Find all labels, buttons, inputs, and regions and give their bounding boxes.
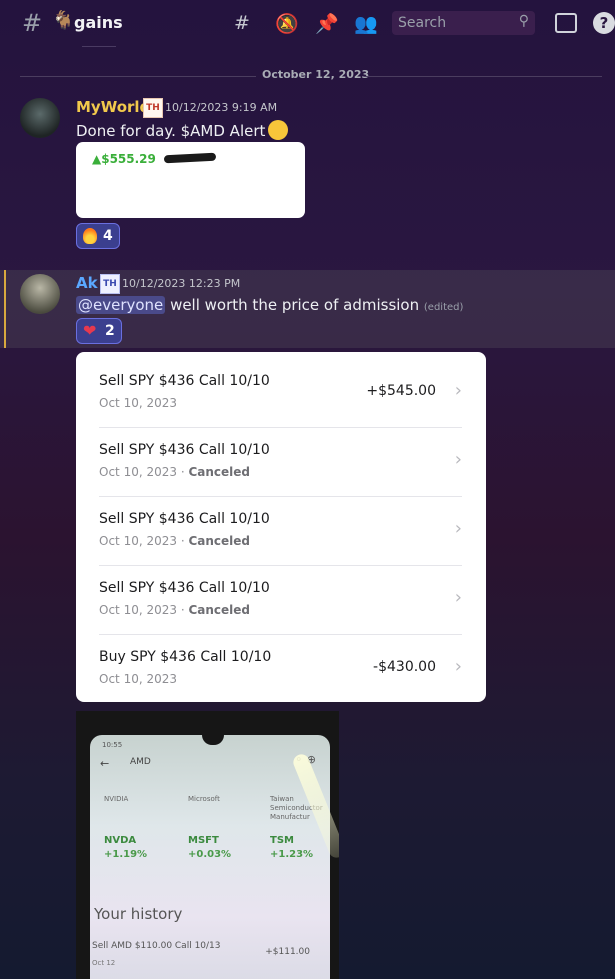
date-divider: October 12, 2023 (262, 68, 370, 81)
message-timestamp: 10/12/2023 9:19 AM (165, 101, 278, 114)
phone-photo[interactable]: 10:55 ← AMD ⚬ ⊕ NVIDIA NVDA +1.19% Micro… (76, 711, 339, 979)
message-timestamp: 10/12/2023 12:23 PM (122, 277, 241, 290)
embed-price: ▲$555.29 (92, 152, 156, 166)
stock-name: Microsoft (188, 795, 220, 803)
transaction-title: Sell SPY $436 Call 10/10 (99, 442, 270, 458)
edited-label: (edited) (423, 302, 464, 313)
transaction-date: Oct 10, 2023 · Canceled (99, 465, 250, 479)
transaction-row: Sell SPY $436 Call 10/10 Oct 10, 2023 · … (99, 559, 462, 628)
history-title: Your history (94, 905, 183, 923)
reaction-heart[interactable]: ❤ 2 (76, 318, 122, 344)
message-body: Done for day. $AMD Alert (76, 122, 266, 140)
channel-name[interactable]: gains (74, 13, 123, 32)
search-icon: ⚲ (518, 13, 529, 29)
transaction-title: Sell SPY $436 Call 10/10 (99, 373, 270, 389)
message-text: @everyone well worth the price of admiss… (76, 296, 463, 314)
transaction-date: Oct 10, 2023 · Canceled (99, 603, 250, 617)
transaction-amount: +$545.00 (366, 383, 436, 399)
message-text: Done for day. $AMD Alert (76, 120, 289, 140)
stock-change: +1.19% (104, 849, 148, 860)
reaction-count: 4 (103, 228, 113, 244)
chevron-right-icon: › (454, 449, 462, 470)
search-placeholder: Search (398, 15, 447, 31)
transaction-row: Sell SPY $436 Call 10/10 Oct 10, 2023 +$… (99, 352, 462, 421)
redaction-scribble (163, 152, 217, 164)
transaction-title: Buy SPY $436 Call 10/10 (99, 649, 272, 665)
help-icon[interactable]: ? (593, 12, 615, 34)
search-input[interactable]: Search ⚲ (392, 11, 535, 35)
transaction-amount: -$430.00 (373, 659, 436, 675)
stock-change: +1.23% (270, 849, 314, 860)
channel-header: # 🐐 gains #​ 🔕 📌 👥 Search ⚲ ? (0, 0, 615, 46)
chevron-right-icon: › (454, 380, 462, 401)
channel-hash-icon: # (22, 9, 43, 37)
phone-notch (202, 735, 224, 745)
threads-icon[interactable]: #​ (234, 12, 250, 34)
heart-icon: ❤ (83, 321, 97, 340)
mention-highlight-bar (4, 270, 6, 348)
phone-screen: 10:55 ← AMD ⚬ ⊕ NVIDIA NVDA +1.19% Micro… (90, 735, 330, 979)
user-badge: TH (100, 274, 120, 294)
stock-change: +0.03% (188, 849, 232, 860)
pin-icon[interactable]: 📌 (315, 12, 339, 35)
username[interactable]: Ak (76, 274, 98, 292)
stock-ticker: NVDA (104, 835, 137, 846)
chevron-right-icon: › (454, 587, 462, 608)
date-divider-line-left (20, 76, 256, 77)
everyone-mention[interactable]: @everyone (76, 296, 166, 314)
phone-time: 10:55 (102, 741, 123, 749)
image-embed[interactable]: ▲$555.29 (76, 142, 305, 218)
reaction-count: 2 (105, 323, 115, 339)
reaction-fire[interactable]: 4 (76, 223, 120, 249)
transaction-date: Oct 10, 2023 · Canceled (99, 534, 250, 548)
transaction-date: Oct 10, 2023 (99, 396, 177, 410)
chevron-right-icon: › (454, 518, 462, 539)
avatar[interactable] (20, 98, 60, 138)
stock-name: NVIDIA (104, 795, 129, 803)
history-row: Sell AMD $110.00 Call 10/13 (92, 941, 221, 951)
transaction-title: Sell SPY $436 Call 10/10 (99, 511, 270, 527)
transactions-image[interactable]: Sell SPY $436 Call 10/10 Oct 10, 2023 +$… (76, 352, 486, 702)
transaction-status: Canceled (188, 534, 250, 548)
stock-ticker: TSM (270, 835, 294, 846)
back-arrow-icon: ← (100, 757, 110, 770)
date-divider-line-right (364, 76, 602, 77)
channel-emoji: 🐐 (52, 10, 75, 31)
username[interactable]: MyWorld (76, 98, 150, 116)
user-badge: TH (143, 98, 163, 118)
divider (82, 46, 116, 47)
transaction-row: Sell SPY $436 Call 10/10 Oct 10, 2023 · … (99, 421, 462, 490)
phone-title: AMD (130, 757, 151, 767)
transaction-row: Buy SPY $436 Call 10/10 Oct 10, 2023 -$4… (99, 628, 462, 697)
transaction-title: Sell SPY $436 Call 10/10 (99, 580, 270, 596)
transaction-row: Sell SPY $436 Call 10/10 Oct 10, 2023 · … (99, 490, 462, 559)
fire-icon (83, 228, 97, 244)
avatar[interactable] (20, 274, 60, 314)
members-icon[interactable]: 👥 (354, 12, 378, 35)
history-amount: +$111.00 (265, 947, 310, 957)
inbox-icon[interactable] (555, 13, 577, 33)
stock-ticker: MSFT (188, 835, 219, 846)
chevron-right-icon: › (454, 656, 462, 677)
transaction-status: Canceled (188, 465, 250, 479)
stock-card: NVIDIA NVDA +1.19% (100, 793, 174, 865)
transaction-date: Oct 10, 2023 (99, 672, 177, 686)
message-body: well worth the price of admission (165, 296, 424, 314)
transaction-status: Canceled (188, 603, 250, 617)
history-date: Oct 12 (92, 959, 116, 967)
stock-card: Microsoft MSFT +0.03% (184, 793, 258, 865)
heart-eyes-emoji-icon (268, 120, 289, 140)
mute-bell-icon[interactable]: 🔕 (275, 12, 299, 35)
